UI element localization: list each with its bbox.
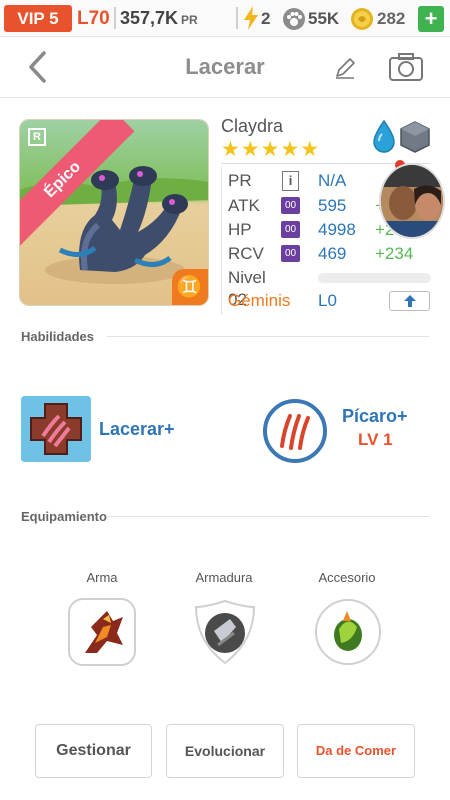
section-title-equipment: Equipamiento [21, 509, 107, 524]
upgrade-button[interactable] [389, 291, 430, 311]
page-title: Lacerar [185, 54, 265, 79]
pencil-icon[interactable] [333, 56, 357, 80]
divider [114, 7, 116, 29]
skill-level: LV 1 [358, 430, 393, 449]
divider [107, 516, 429, 517]
stat-bonus: +234 [375, 244, 414, 263]
rank-badge: 00 [281, 197, 300, 214]
manage-button[interactable]: Gestionar [35, 724, 152, 778]
rank-badge: 00 [281, 221, 300, 238]
paw-icon [283, 8, 305, 30]
level-progress-bar [318, 273, 431, 283]
weapon-icon[interactable] [67, 597, 137, 667]
star-rating: ★★★★★ [221, 138, 321, 161]
status-bar: VIP 5 L70 357,7K PR 2 55K 282 + [0, 0, 450, 37]
avatar[interactable] [379, 163, 445, 239]
skill-name[interactable]: Pícaro+ [342, 406, 408, 427]
player-level: L70 [77, 8, 110, 29]
add-currency-button[interactable]: + [418, 6, 444, 32]
header: Lacerar [0, 38, 450, 98]
divider [107, 336, 429, 337]
stat-value: 4998 [318, 220, 356, 239]
creature-portrait[interactable]: R Épico ♊ [19, 119, 209, 306]
power-label: PR [181, 13, 198, 27]
limit-value: L0 [318, 291, 337, 310]
coin-icon [351, 8, 373, 30]
slash-cross-icon [21, 396, 91, 462]
avatar-image [381, 165, 443, 237]
chevron-left-icon[interactable] [24, 50, 54, 84]
divider [221, 167, 222, 315]
power-rating: 357,7K PR [120, 5, 198, 32]
stat-value: N/A [318, 171, 347, 190]
equip-label-armor: Armadura [195, 570, 253, 585]
stat-label: HP [228, 220, 252, 239]
coin-value: 282 [377, 9, 406, 28]
rarity-letter: R [28, 128, 46, 146]
arrow-up-icon [403, 295, 416, 307]
energy-icon [244, 6, 258, 30]
power-value: 357,7K [120, 8, 179, 28]
stat-label: RCV [228, 244, 264, 263]
stat-value: 469 [318, 244, 347, 263]
claw-mark-icon[interactable] [262, 398, 328, 464]
armor-icon[interactable] [190, 597, 260, 667]
feed-button[interactable]: Da de Comer [297, 724, 415, 778]
stat-label: PR [228, 171, 252, 190]
zodiac-icon: ♊ [172, 269, 208, 305]
stat-value: 595 [318, 196, 347, 215]
accessory-icon[interactable] [313, 597, 383, 667]
evolve-button[interactable]: Evolucionar [166, 724, 284, 778]
water-drop-icon [373, 119, 395, 153]
camera-icon[interactable] [388, 52, 424, 82]
skill-lacerar-icon[interactable] [21, 396, 91, 462]
section-title-abilities: Habilidades [21, 329, 94, 344]
creature-name: Claydra [221, 116, 284, 136]
food-value: 55K [308, 9, 340, 28]
vip-badge[interactable]: VIP 5 [4, 5, 72, 32]
zodiac-name: Géminis [228, 291, 291, 310]
skill-name[interactable]: Lacerar+ [99, 419, 175, 440]
energy-value: 2 [261, 9, 271, 28]
divider [236, 7, 238, 29]
rock-icon [400, 121, 430, 153]
rank-badge: 00 [281, 245, 300, 262]
equip-label-accessory: Accesorio [318, 570, 376, 585]
stat-label: ATK [228, 196, 260, 215]
equip-label-weapon: Arma [86, 570, 118, 585]
info-icon[interactable]: i [282, 171, 299, 191]
